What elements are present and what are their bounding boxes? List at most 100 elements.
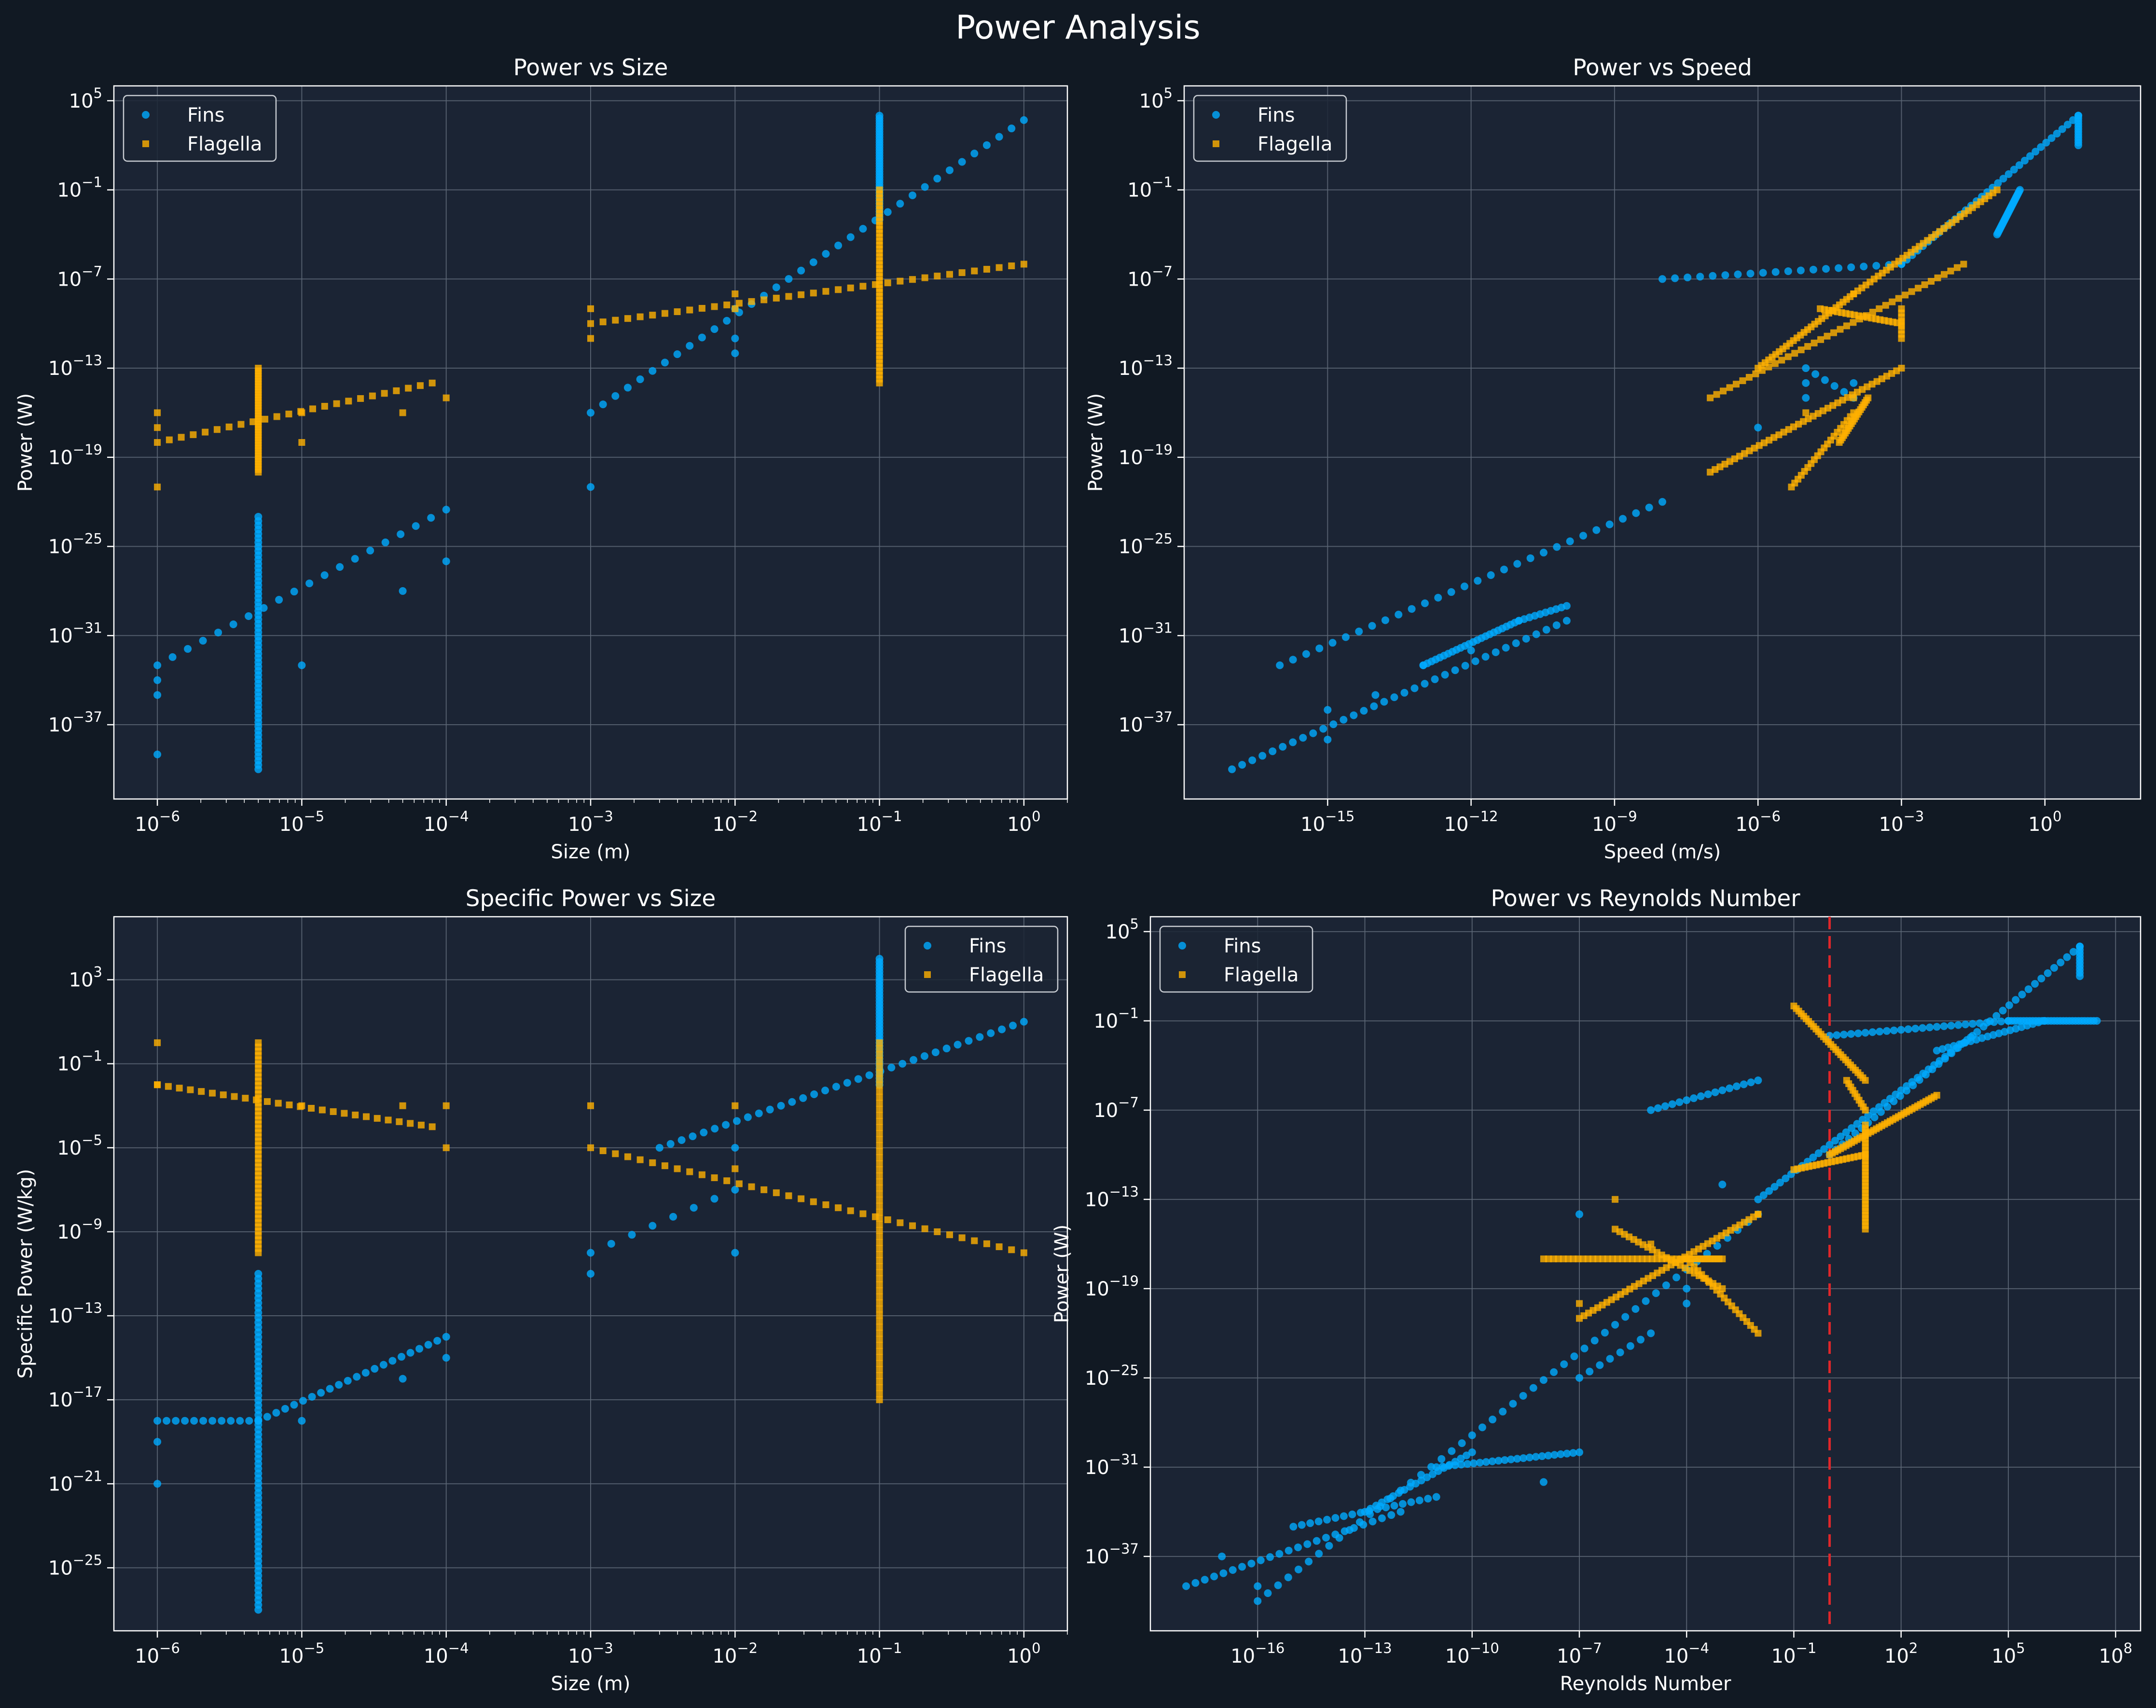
y-tick-label: 10−25 [48, 1552, 102, 1579]
fins-point [1575, 1448, 1583, 1456]
fins-point [2012, 996, 2020, 1004]
fins-point [320, 571, 329, 579]
flagella-point [1850, 409, 1857, 416]
fins-point [1754, 1076, 1762, 1085]
flagella-point [760, 296, 768, 303]
flagella-point [876, 186, 883, 193]
flagella-point [1810, 339, 1818, 346]
flagella-point [876, 1106, 883, 1113]
y-tick-label: 10−37 [1119, 709, 1173, 736]
fins-point [2005, 1001, 2013, 1009]
flagella-point [732, 1165, 739, 1172]
flagella-point [698, 304, 705, 312]
fins-point [433, 1336, 442, 1345]
fins-point [1922, 1071, 1930, 1079]
fins-point [1276, 661, 1284, 669]
fins-point [153, 676, 162, 684]
fins-point [263, 1413, 271, 1421]
flagella-point [1739, 377, 1746, 385]
flagella-point [399, 409, 406, 416]
fins-point [397, 530, 405, 538]
flagella-point [735, 1180, 743, 1187]
flagella-point [1865, 394, 1872, 401]
fins-point [1976, 1019, 1984, 1027]
flagella-point [661, 310, 668, 317]
fins-point [587, 483, 594, 491]
y-tick-label: 10−13 [48, 352, 102, 380]
fins-point [661, 358, 669, 367]
flagella-point [876, 1396, 883, 1404]
flagella-point [859, 283, 867, 290]
fins-point [1513, 560, 1521, 568]
flagella-point [1732, 381, 1740, 388]
fins-point [1258, 752, 1267, 760]
flagella-point [686, 1168, 693, 1175]
fins-point [1890, 1026, 1898, 1034]
flagella-point [876, 1112, 883, 1119]
fins-point [1299, 734, 1307, 742]
fins-point [1437, 1455, 1446, 1463]
flagella-point [934, 1228, 941, 1235]
fins-point [1935, 1060, 1943, 1068]
fins-point [290, 1401, 298, 1409]
fins-point [1315, 644, 1324, 652]
fins-point [1396, 1508, 1405, 1516]
fins-point [1605, 520, 1614, 528]
fins-point [227, 1417, 235, 1425]
fins-point [1328, 639, 1337, 647]
flagella-point [1850, 319, 1857, 326]
y-tick-label: 105 [69, 85, 102, 112]
fins-point [190, 1417, 198, 1425]
flagella-point [876, 1063, 883, 1071]
fins-point [1468, 1431, 1476, 1439]
fins-point [666, 1140, 675, 1148]
chart-title: Power vs Size [513, 55, 668, 81]
flagella-point [921, 274, 928, 281]
fins-point [1661, 1102, 1669, 1110]
flagella-point [876, 1142, 883, 1149]
chart-panel-2: 10−15 10−12 10−9 10−6 10−3 100 105 10−1 10−7 10−1… [1085, 55, 2142, 863]
fins-point [1257, 1556, 1265, 1564]
flagella-point [876, 1360, 883, 1367]
fins-point [1390, 693, 1398, 702]
fins-point [1289, 1523, 1298, 1531]
fins-point [1925, 1023, 1934, 1032]
flagella-point [587, 1102, 594, 1109]
fins-point [1400, 689, 1409, 697]
flagella-point [416, 382, 424, 389]
fins-point [723, 317, 731, 325]
fins-point [2018, 991, 2026, 999]
flagella-point [876, 1384, 883, 1391]
flagella-point [1928, 278, 1935, 285]
fins-point [1512, 639, 1520, 647]
fins-point [2044, 969, 2052, 978]
fins-point [399, 587, 407, 595]
flagella-point [1908, 288, 1915, 295]
flagella-point [876, 1299, 883, 1307]
fins-point [1325, 1542, 1333, 1550]
fins-point [1919, 1024, 1927, 1032]
flagella-point [1797, 346, 1805, 354]
fins-point [1324, 735, 1332, 744]
fins-point [1833, 1031, 1841, 1039]
fins-point [1431, 675, 1439, 683]
flagella-point [154, 439, 161, 446]
flagella-point [876, 1185, 883, 1192]
fins-point [1711, 1088, 1719, 1096]
flagella-point [876, 1263, 883, 1270]
flagella-point [876, 1257, 883, 1264]
fins-point [1566, 537, 1574, 545]
fins-point [1285, 1546, 1293, 1555]
flagella-point [686, 306, 693, 314]
fins-point [1654, 1104, 1662, 1112]
fins-point [1592, 526, 1601, 534]
flagella-point [884, 279, 891, 287]
fins-point [1811, 370, 1820, 378]
fins-point [821, 1087, 829, 1095]
fins-point [1294, 1543, 1302, 1552]
flagella-point [428, 1123, 436, 1130]
fins-point [1802, 379, 1810, 387]
fins-point [214, 628, 222, 636]
flagella-point [732, 290, 739, 298]
x-tick-label: 10−6 [135, 808, 180, 836]
